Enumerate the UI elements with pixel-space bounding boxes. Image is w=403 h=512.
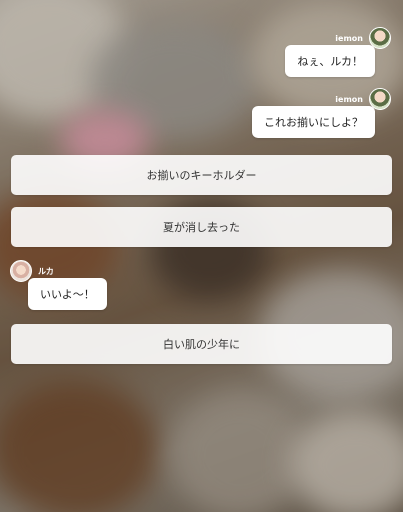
message-bubble: いいよ〜！ <box>28 278 107 310</box>
sender-name: iemon <box>335 33 363 43</box>
chat-message: ルカ いいよ〜！ <box>10 260 107 310</box>
message-bubble: ねぇ、ルカ！ <box>285 45 375 77</box>
sender-name: ルカ <box>38 266 54 276</box>
choice-button[interactable]: 夏が消し去った <box>11 207 392 247</box>
message-bubble: これお揃いにしよ？ <box>252 106 375 138</box>
choice-button[interactable]: お揃いのキーホルダー <box>11 155 392 195</box>
sender-name: iemon <box>335 94 363 104</box>
chat-message: iemon ねぇ、ルカ！ <box>285 27 391 77</box>
choice-button[interactable]: 白い肌の少年に <box>11 324 392 364</box>
chat-message: iemon これお揃いにしよ？ <box>252 88 391 138</box>
avatar-icon <box>10 260 32 282</box>
